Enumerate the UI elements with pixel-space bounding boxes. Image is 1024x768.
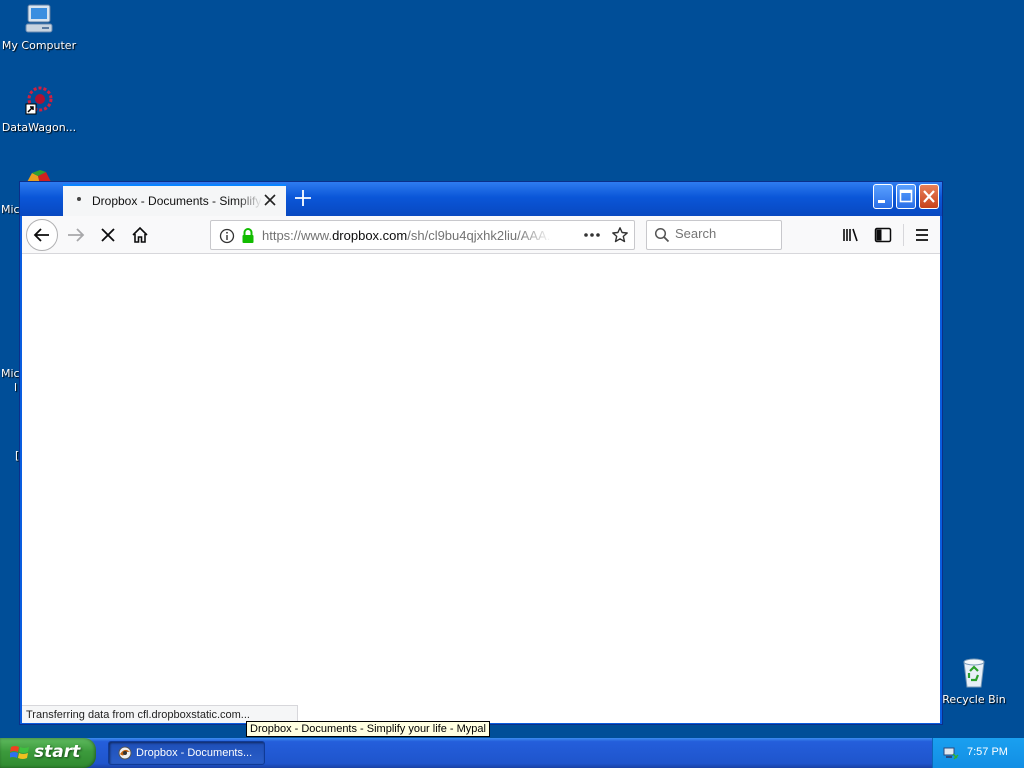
lock-icon[interactable] <box>240 227 256 244</box>
menu-button[interactable] <box>908 221 936 249</box>
back-button[interactable] <box>26 219 58 251</box>
url-path: /sh/cl9bu4qjxhk2liu/AAA... <box>407 228 552 243</box>
stop-button[interactable] <box>94 221 122 249</box>
my-computer-icon <box>22 2 56 36</box>
windows-logo-icon <box>10 746 29 759</box>
minimize-button[interactable] <box>873 184 893 209</box>
start-button[interactable]: start <box>0 738 96 768</box>
hamburger-menu-icon <box>916 229 928 241</box>
desktop-icon-datawagon[interactable]: DataWagon... <box>0 84 78 134</box>
forward-button[interactable] <box>62 221 90 249</box>
desktop-icon-label: My Computer <box>1 39 77 52</box>
mypal-icon <box>118 746 132 760</box>
library-icon <box>843 228 858 242</box>
desktop-icon-my-computer[interactable]: My Computer <box>0 2 78 52</box>
tab-dropbox[interactable]: Dropbox - Documents - Simplify your life… <box>63 184 286 216</box>
recycle-bin-icon <box>957 656 991 690</box>
close-button[interactable] <box>919 184 939 209</box>
home-button[interactable] <box>126 221 154 249</box>
datawagon-icon <box>22 84 56 118</box>
browser-window: Dropbox - Documents - Simplify your life… <box>19 181 943 725</box>
url-domain: dropbox.com <box>332 228 408 243</box>
page-actions-icon[interactable] <box>581 227 603 243</box>
desktop-icon-partial-label: Micı <box>1 203 19 216</box>
tab-tooltip: Dropbox - Documents - Simplify your life… <box>246 721 490 737</box>
clock[interactable]: 7:57 PM <box>967 746 1008 758</box>
address-bar[interactable]: https://www.dropbox.com/sh/cl9bu4qjxhk2l… <box>210 220 635 250</box>
library-button[interactable] <box>837 221 865 249</box>
new-tab-icon[interactable] <box>290 185 316 211</box>
search-input[interactable] <box>675 226 775 241</box>
url-text[interactable]: https://www.dropbox.com/sh/cl9bu4qjxhk2l… <box>262 228 552 243</box>
info-icon[interactable] <box>219 228 235 244</box>
tab-close-icon[interactable] <box>262 192 278 208</box>
toolbar-separator <box>903 224 904 246</box>
sidebar-button[interactable] <box>869 221 897 249</box>
desktop-icon-label: Recycle Bin <box>942 693 1006 706</box>
desktop-icon-partial-label: Micı <box>1 367 19 380</box>
search-icon <box>654 227 670 243</box>
desktop-icon-recycle-bin[interactable]: Recycle Bin <box>935 656 1013 706</box>
network-tray-icon[interactable] <box>943 745 959 761</box>
title-bar[interactable]: Dropbox - Documents - Simplify your life… <box>20 182 942 216</box>
stop-icon <box>101 228 115 242</box>
tab-title: Dropbox - Documents - Simplify your life… <box>92 194 262 208</box>
arrow-right-icon <box>68 228 85 242</box>
desktop-icon-label: DataWagon... <box>1 121 77 134</box>
url-prefix: https://www. <box>262 228 333 243</box>
page-content[interactable]: Transferring data from cfl.dropboxstatic… <box>22 254 940 723</box>
arrow-left-icon <box>33 228 49 242</box>
taskbar: start Dropbox - Documents... 7:57 PM <box>0 738 1024 768</box>
search-bar[interactable] <box>646 220 782 250</box>
sidebar-icon <box>874 227 892 243</box>
system-tray: 7:57 PM <box>932 738 1024 768</box>
maximize-button[interactable] <box>896 184 916 209</box>
tab-loading-icon <box>77 197 81 201</box>
start-label: start <box>34 742 81 762</box>
home-icon <box>132 226 148 243</box>
taskbar-item-label: Dropbox - Documents... <box>136 747 253 759</box>
taskbar-item-browser[interactable]: Dropbox - Documents... <box>108 741 265 765</box>
bookmark-star-icon[interactable] <box>611 226 629 244</box>
navigation-toolbar: https://www.dropbox.com/sh/cl9bu4qjxhk2l… <box>22 216 940 254</box>
